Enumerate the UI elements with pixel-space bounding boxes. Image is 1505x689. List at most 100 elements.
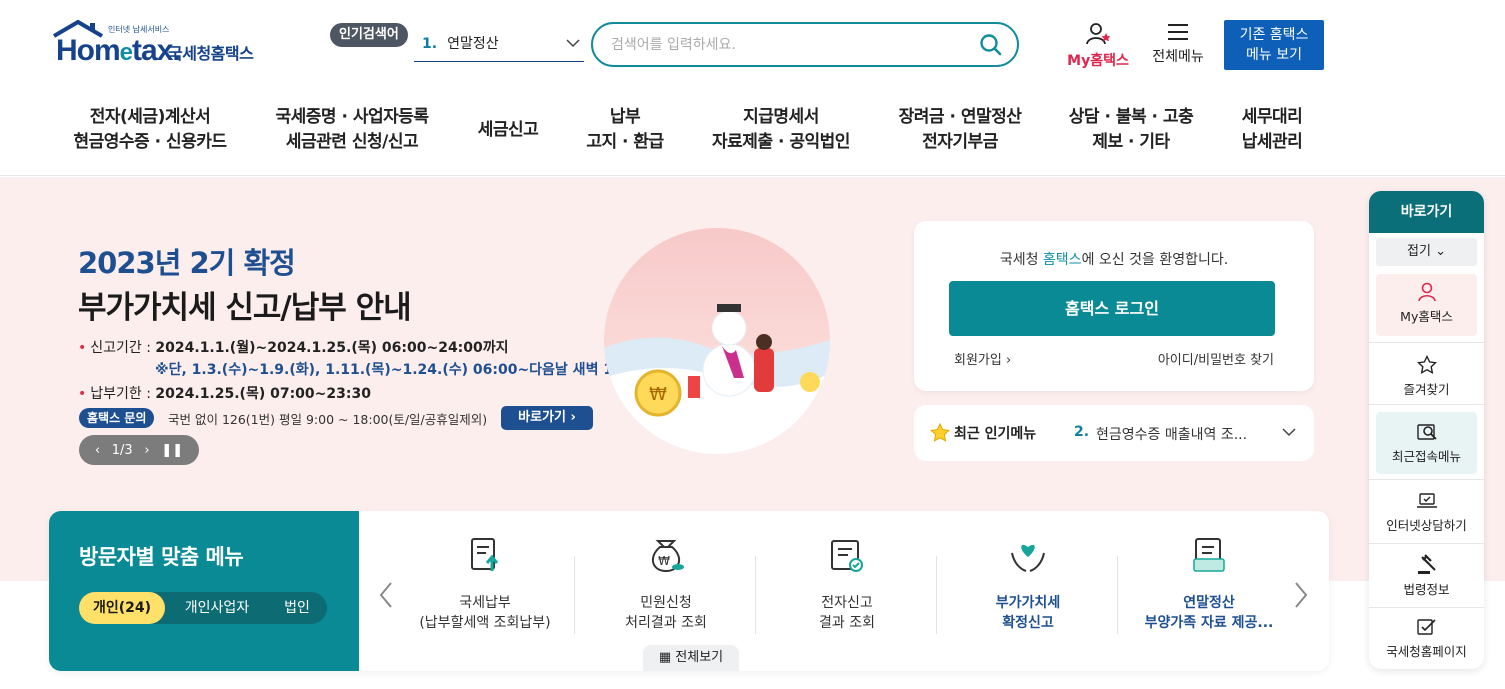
gnb-line2: 납세관리 (1241, 132, 1303, 152)
item-line1: 국세납부 (459, 595, 511, 611)
banner-deadline: • 납부기한 : 2024.1.25.(목) 07:00~23:30 (78, 386, 371, 402)
quick-online-consult[interactable]: 인터넷상담하기 (1376, 491, 1477, 534)
svg-text:₩: ₩ (658, 554, 670, 568)
visitor-menu-title: 방문자별 맞춤 메뉴 (79, 545, 244, 569)
popular-menu-select[interactable]: 최근 인기메뉴 2. 현금영수증 매출내역 조... (914, 405, 1314, 461)
chevron-right-icon: › (570, 410, 576, 425)
tab-sole-proprietor[interactable]: 개인사업자 (169, 592, 265, 624)
gnb-item-consultation[interactable]: 상담 · 불복 · 고충 제보 · 기타 (1054, 104, 1208, 156)
item-line2: 확정신고 (1002, 615, 1054, 631)
divider (574, 556, 575, 634)
quick-law-info[interactable]: 법령정보 (1376, 553, 1477, 598)
my-hometax-link[interactable]: My홈택스 (1060, 22, 1136, 70)
divider (1369, 404, 1484, 405)
banner-pager: ‹ 1/3 › ❚❚ (79, 435, 199, 465)
welcome-text: 국세청 홈택스에 오신 것을 환영합니다. (999, 252, 1229, 268)
gnb-line1: 세금신고 (477, 119, 539, 140)
logo-korean-name: 국세청홈택스 (168, 44, 254, 63)
login-card: 국세청 홈택스에 오신 것을 환영합니다. 홈택스 로그인 회원가입 › 아이디… (914, 221, 1314, 391)
gnb-item-e-invoice[interactable]: 전자(세금)계산서 현금영수증 · 신용카드 (60, 104, 240, 156)
old-menu-button[interactable]: 기존 홈택스 메뉴 보기 (1224, 20, 1324, 70)
quick-links-title: 바로가기 (1369, 191, 1484, 233)
gnb-item-payment[interactable]: 납부고지 · 환급 (570, 104, 680, 156)
gnb-line2: 고지 · 환급 (586, 132, 664, 152)
document-stack-icon (1193, 538, 1225, 572)
star-icon (1416, 355, 1437, 375)
popular-search-rank: 1. (422, 36, 438, 52)
visitor-item-year-end[interactable]: 연말정산 부양가족 자료 제공... (1119, 535, 1299, 633)
my-hometax-label: My홈택스 (1067, 53, 1129, 69)
find-account-link[interactable]: 아이디/비밀번호 찾기 (1158, 349, 1274, 368)
quick-label: 즐겨찾기 (1403, 382, 1450, 397)
fold-button[interactable]: 접기 ⌄ (1376, 238, 1477, 266)
laptop-check-icon (1416, 493, 1437, 508)
gnb-item-payment-statement[interactable]: 지급명세서자료제출 · 공익법인 (698, 104, 864, 156)
prev-arrow-icon[interactable] (377, 581, 395, 609)
quick-favorites[interactable]: 즐겨찾기 (1376, 355, 1477, 398)
next-arrow-icon[interactable] (1292, 581, 1310, 609)
item-line1: 전자신고 (821, 595, 873, 611)
quick-links-bar: 바로가기 접기 ⌄ My홈택스 즐겨찾기 최근접속메뉴 인터넷상담하기 법령정보… (1369, 191, 1484, 669)
gnb-item-tax-filing[interactable]: 세금신고 (458, 104, 558, 156)
gnb-line1: 납부 (609, 107, 641, 127)
gnb-line2: 전자기부금 (922, 132, 998, 152)
old-menu-line1: 기존 홈택스 (1239, 27, 1309, 43)
divider (936, 556, 937, 634)
view-all-label: 전체보기 (675, 650, 724, 665)
gnb-item-certificates[interactable]: 국세증명 · 사업자등록 세금관련 신청/신고 (262, 104, 442, 156)
login-button[interactable]: 홈택스 로그인 (949, 281, 1275, 336)
tax-payment-icon (471, 538, 499, 571)
svg-text:₩: ₩ (649, 384, 667, 405)
banner-shortcut-button[interactable]: 바로가기 › (501, 406, 593, 430)
signup-link[interactable]: 회원가입 › (954, 349, 1011, 368)
quick-nts-homepage[interactable]: 국세청홈페이지 (1376, 617, 1477, 660)
view-all-button[interactable]: ▦ 전체보기 (643, 645, 739, 671)
popular-search-select[interactable]: 1. 연말정산 (414, 28, 584, 62)
prev-slide-button[interactable]: ‹ (95, 443, 100, 458)
item-line2: 처리결과 조회 (625, 615, 707, 631)
gnb-item-incentive[interactable]: 장려금 · 연말정산전자기부금 (884, 104, 1036, 156)
gnb-line1: 장려금 · 연말정산 (898, 107, 1022, 127)
visitor-item-civil-request[interactable]: ₩ 민원신청 처리결과 조회 (576, 535, 756, 633)
divider (1369, 342, 1484, 343)
chevron-down-icon (566, 39, 580, 48)
gnb-line2: 자료제출 · 공익법인 (712, 132, 850, 152)
all-menu-button[interactable]: 전체메뉴 (1146, 22, 1210, 66)
tab-individual[interactable]: 개인(24) (79, 592, 165, 624)
banner-illustration: ₩ (604, 228, 830, 454)
next-slide-button[interactable]: › (144, 443, 149, 458)
pause-button[interactable]: ❚❚ (161, 443, 183, 458)
quick-recent-menu[interactable]: 최근접속메뉴 (1376, 412, 1477, 474)
banner-period: • 신고기간 : 2024.1.1.(월)~2024.1.25.(목) 06:00… (78, 340, 509, 356)
popular-search-keyword: 연말정산 (447, 36, 499, 52)
header: 인터넷 납세서비스 Hometax. 국세청홈택스 인기검색어 1. 연말정산 M… (0, 0, 1505, 176)
quick-my-hometax[interactable]: My홈택스 (1376, 274, 1477, 336)
quick-label: 법령정보 (1403, 582, 1450, 597)
hometax-logo[interactable]: 인터넷 납세서비스 Hometax. 국세청홈택스 (50, 18, 270, 74)
main-navigation: 전자(세금)계산서 현금영수증 · 신용카드 국세증명 · 사업자등록 세금관련 신… (0, 104, 1505, 156)
chevron-right-icon: › (1005, 353, 1012, 368)
popular-menu-rank: 2. (1074, 424, 1090, 440)
popular-menu-text: 현금영수증 매출내역 조... (1096, 427, 1248, 443)
gnb-item-tax-agent[interactable]: 세무대리납세관리 (1222, 104, 1322, 156)
item-line1: 연말정산 (1183, 595, 1235, 611)
item-line1: 민원신청 (640, 595, 692, 611)
gnb-line2: 세금관련 신청/신고 (285, 132, 419, 152)
old-menu-line2: 메뉴 보기 (1246, 47, 1302, 63)
item-line2: 결과 조회 (819, 615, 875, 631)
hamburger-icon (1168, 24, 1188, 40)
user-icon (1417, 282, 1436, 302)
heart-hands-icon (1011, 544, 1045, 572)
visitor-item-tax-payment[interactable]: 국세납부 (납부할세액 조회납부) (395, 535, 575, 633)
gnb-line1: 지급명세서 (743, 107, 819, 127)
visitor-item-vat-filing[interactable]: 부가가치세 확정신고 (938, 535, 1118, 633)
gnb-line1: 세무대리 (1241, 107, 1303, 127)
tab-corporation[interactable]: 법인 (269, 592, 325, 624)
search-icon[interactable] (979, 33, 1003, 57)
visitor-item-e-filing[interactable]: 전자신고 결과 조회 (757, 535, 937, 633)
quick-label: 최근접속메뉴 (1391, 449, 1461, 464)
divider (1369, 607, 1484, 608)
chevron-down-icon: ⌄ (1435, 244, 1446, 259)
search-input[interactable] (611, 34, 961, 56)
chevron-down-icon (1282, 428, 1296, 437)
